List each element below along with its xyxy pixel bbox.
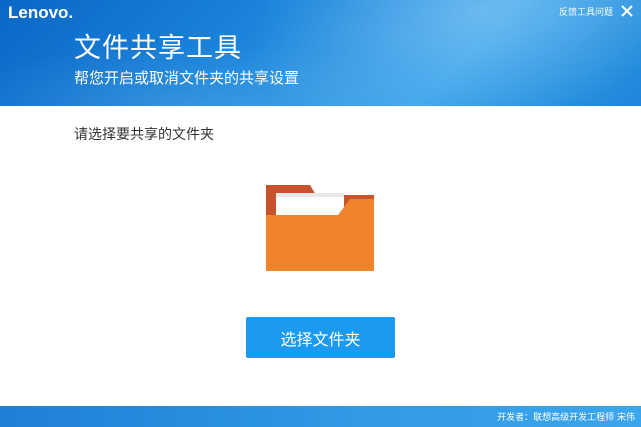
select-folder-button[interactable]: 选择文件夹 — [246, 317, 395, 358]
select-folder-prompt: 请选择要共享的文件夹 — [74, 127, 214, 143]
feedback-link[interactable]: 反馈工具问题 — [559, 5, 613, 18]
lenovo-logo: Lenovo. — [8, 3, 74, 22]
header-banner: Lenovo. 反馈工具问题 文件共享工具 帮您开启或取消文件夹的共享设置 — [0, 0, 641, 106]
footer-bar: 开发者：联想高级开发工程师 宋伟 — [0, 406, 641, 427]
page-subtitle: 帮您开启或取消文件夹的共享设置 — [74, 69, 300, 87]
close-icon — [621, 5, 633, 17]
page-title: 文件共享工具 — [74, 33, 242, 64]
developer-credit: 开发者：联想高级开发工程师 宋伟 — [497, 413, 635, 423]
app-window: Lenovo. 反馈工具问题 文件共享工具 帮您开启或取消文件夹的共享设置 请选… — [0, 0, 641, 427]
close-button[interactable] — [618, 2, 636, 20]
folder-icon — [266, 185, 374, 271]
